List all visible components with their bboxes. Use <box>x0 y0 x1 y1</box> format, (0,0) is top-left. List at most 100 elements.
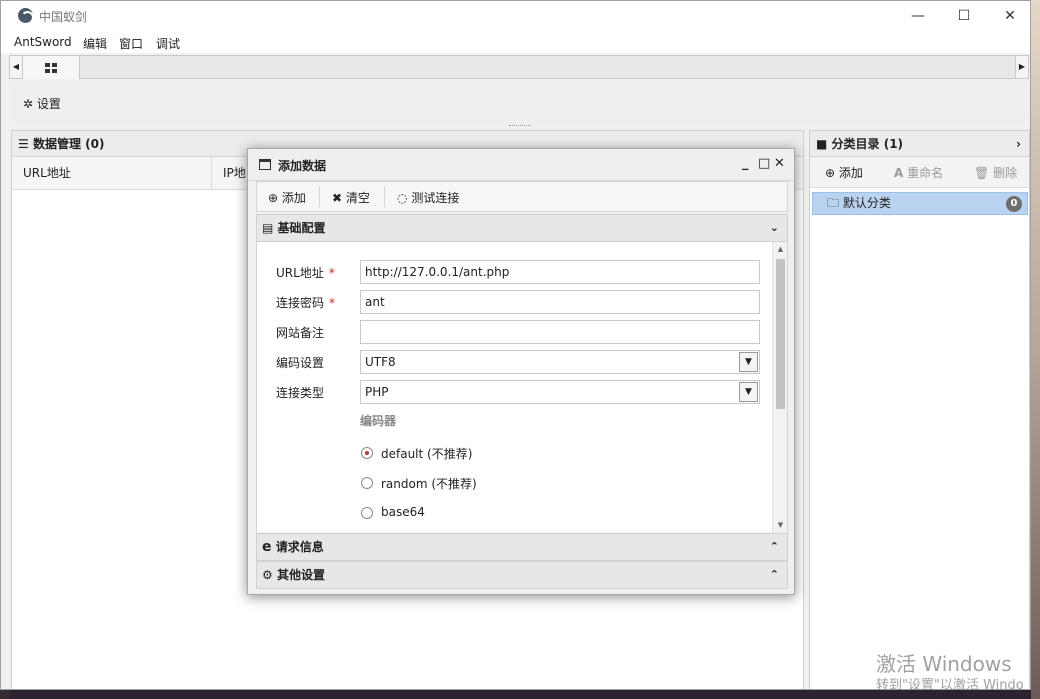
encoding-value: UTF8 <box>365 355 396 369</box>
scrollbar-thumb[interactable] <box>776 259 785 409</box>
toolbar-divider <box>384 187 385 207</box>
chevron-down-icon: ▼ <box>739 382 758 402</box>
collapse-right-icon[interactable]: › <box>1016 131 1021 157</box>
plus-circle-icon: ⊕ <box>825 166 836 180</box>
toolbar-divider <box>319 187 320 207</box>
list-icon: ☰ <box>18 137 29 151</box>
settings-button[interactable]: ✲ 设置 <box>23 95 61 112</box>
encoder-option-label: random (不推荐) <box>381 477 477 491</box>
dialog-close-icon[interactable]: ✕ <box>774 156 785 171</box>
dialog-clear-button[interactable]: ✖ 清空 <box>332 189 370 206</box>
radio-unchecked-icon[interactable] <box>361 507 373 519</box>
basic-config-form: URL地址 * http://127.0.0.1/ant.php 连接密码 * an… <box>256 242 788 532</box>
form-scrollbar[interactable]: ▲ ▼ <box>772 242 787 532</box>
plus-circle-icon: ⊕ <box>268 191 279 205</box>
gear-icon: ✲ <box>23 97 34 111</box>
category-item-default[interactable]: 🗀 默认分类 0 <box>812 192 1028 215</box>
test-connection-label: 测试连接 <box>411 191 460 205</box>
radio-checked-icon[interactable] <box>361 447 373 459</box>
rename-category-button[interactable]: A 重命名 <box>894 163 943 183</box>
desktop-background-right <box>1031 0 1040 699</box>
category-item-label: 默认分类 <box>842 196 891 210</box>
settings-label: 设置 <box>36 97 61 111</box>
type-label: 连接类型 <box>276 386 325 400</box>
encoding-label: 编码设置 <box>276 356 325 370</box>
tab-scroll-right-icon[interactable]: ▶ <box>1015 56 1028 78</box>
section-request-info[interactable]: e 请求信息 ⌃ <box>256 533 788 561</box>
chevron-down-icon: ⌄ <box>769 221 779 234</box>
font-icon: A <box>894 166 904 180</box>
dialog-toolbar: ⊕ 添加 ✖ 清空 ◌ 测试连接 <box>256 181 788 212</box>
section-basic-label: 基础配置 <box>277 221 326 235</box>
menu-debug[interactable]: 调试 <box>156 35 180 52</box>
type-select[interactable]: PHP ▼ <box>360 380 760 404</box>
url-row: URL地址 * http://127.0.0.1/ant.php <box>257 260 772 284</box>
delete-category-label: 删除 <box>993 166 1018 180</box>
radio-unchecked-icon[interactable] <box>361 477 373 489</box>
window-title: 中国蚁剑 <box>39 10 88 24</box>
dialog-clear-label: 清空 <box>345 191 370 205</box>
dialog-minimize-icon[interactable]: _ <box>742 156 749 171</box>
url-input[interactable]: http://127.0.0.1/ant.php <box>360 260 760 284</box>
encoder-title: 编码器 <box>360 414 397 428</box>
note-row: 网站备注 <box>257 320 772 344</box>
section-request-label: 请求信息 <box>275 540 324 554</box>
password-label: 连接密码 * <box>276 296 336 310</box>
url-label: URL地址 * <box>276 266 335 280</box>
app-window: 中国蚁剑 — ☐ ✕ AntSword 编辑 窗口 调试 ◀ ▶ ✲ 设置 ☰ … <box>0 0 1031 690</box>
close-button[interactable]: ✕ <box>987 1 1030 31</box>
note-input[interactable] <box>360 320 760 344</box>
dialog-title-bar[interactable]: 添加数据 _ □ ✕ <box>248 149 794 181</box>
tab-scroll-left-icon[interactable]: ◀ <box>10 56 23 78</box>
chevron-up-icon: ⌃ <box>769 568 779 581</box>
category-panel-header: ■ 分类目录 (1) › <box>810 131 1029 157</box>
antsword-logo-icon <box>18 8 34 24</box>
chevron-down-icon: ▼ <box>739 352 758 372</box>
cogs-icon: ⚙ <box>262 568 273 582</box>
test-connection-button[interactable]: ◌ 测试连接 <box>397 189 459 206</box>
menu-window[interactable]: 窗口 <box>119 35 143 52</box>
dialog-maximize-icon[interactable]: □ <box>758 156 770 171</box>
scroll-down-icon[interactable]: ▼ <box>773 518 787 532</box>
menu-bar: AntSword 编辑 窗口 调试 <box>1 31 1030 53</box>
chevron-up-icon: ⌃ <box>769 540 779 553</box>
section-other-settings[interactable]: ⚙ 其他设置 ⌃ <box>256 561 788 589</box>
maximize-button[interactable]: ☐ <box>941 1 987 31</box>
splitter-handle[interactable] <box>509 125 531 128</box>
category-count-badge: 0 <box>1006 196 1022 212</box>
type-row: 连接类型 PHP ▼ <box>257 380 772 404</box>
activation-watermark-title: 激活 Windows <box>876 652 1012 676</box>
grid-icon <box>45 62 57 73</box>
edge-icon: e <box>262 539 272 555</box>
menu-antsword[interactable]: AntSword <box>14 35 72 49</box>
dialog-title: 添加数据 <box>278 159 327 173</box>
data-panel-title: 数据管理 (0) <box>32 137 105 151</box>
section-basic-config[interactable]: ▤ 基础配置 ⌄ <box>256 214 788 242</box>
encoder-option-label: base64 <box>381 505 425 519</box>
note-label: 网站备注 <box>276 326 325 340</box>
type-value: PHP <box>365 385 389 399</box>
column-url[interactable]: URL地址 <box>12 157 212 190</box>
add-category-label: 添加 <box>838 166 863 180</box>
rename-category-label: 重命名 <box>907 166 944 180</box>
menu-edit[interactable]: 编辑 <box>83 35 107 52</box>
password-input[interactable]: ant <box>360 290 760 314</box>
spinner-icon: ◌ <box>397 191 408 205</box>
tab-bar: ◀ ▶ <box>9 55 1029 79</box>
dialog-add-button[interactable]: ⊕ 添加 <box>268 189 306 206</box>
main-toolbar: ✲ 设置 <box>11 81 1029 125</box>
window-icon <box>259 159 271 170</box>
scroll-up-icon[interactable]: ▲ <box>773 242 787 256</box>
encoding-select[interactable]: UTF8 ▼ <box>360 350 760 374</box>
password-row: 连接密码 * ant <box>257 290 772 314</box>
add-data-dialog: 添加数据 _ □ ✕ ⊕ 添加 ✖ 清空 ◌ 测试连接 ▤ 基础配置 ⌄ URL… <box>247 148 795 595</box>
encoder-option-label: default (不推荐) <box>381 447 473 461</box>
add-category-button[interactable]: ⊕ 添加 <box>825 163 863 183</box>
encoding-row: 编码设置 UTF8 ▼ <box>257 350 772 374</box>
trash-icon: 🗑 <box>974 166 990 180</box>
folder-open-icon: 🗀 <box>827 196 840 210</box>
activation-watermark-subtitle: 转到"设置"以激活 Windo <box>876 678 1024 693</box>
tab-home[interactable] <box>23 56 80 79</box>
delete-category-button[interactable]: 🗑 删除 <box>974 163 1017 183</box>
minimize-button[interactable]: — <box>895 1 941 31</box>
